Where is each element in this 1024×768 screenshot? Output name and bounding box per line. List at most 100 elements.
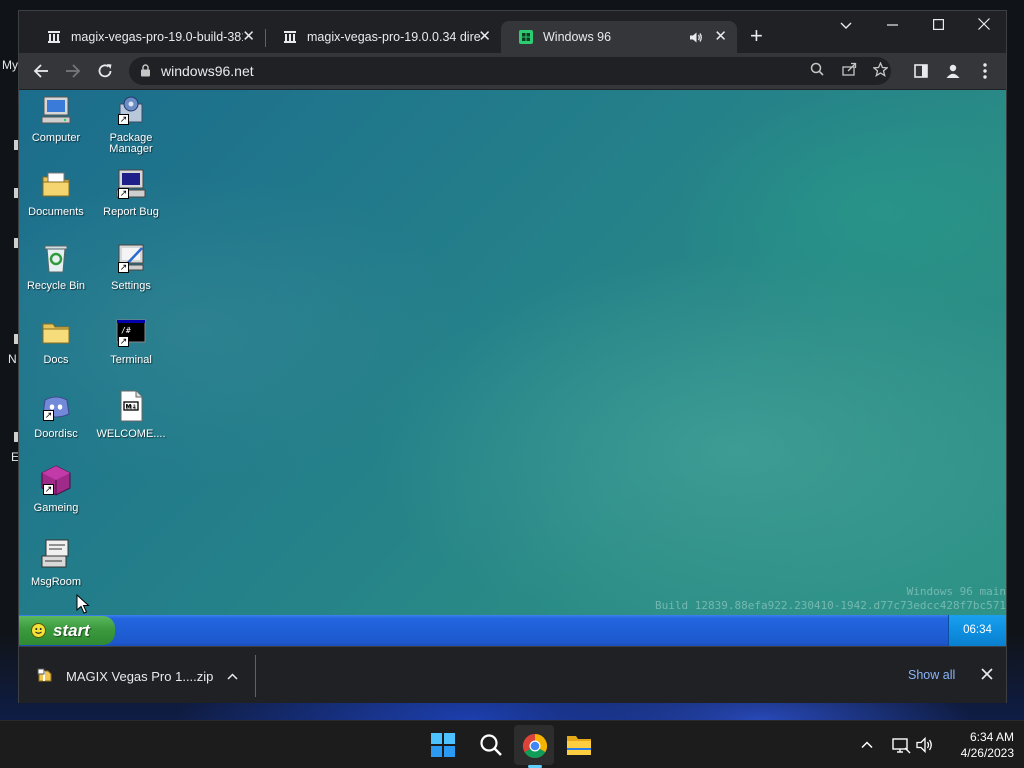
desktop-icon-terminal[interactable]: /# ↗ Terminal (95, 316, 167, 366)
start-button[interactable]: start (19, 616, 115, 645)
shortcut-arrow-icon: ↗ (118, 188, 129, 199)
forward-button[interactable] (61, 59, 85, 83)
shortcut-arrow-icon: ↗ (118, 114, 129, 125)
side-panel-icon (914, 64, 928, 78)
mouse-cursor-icon (76, 594, 90, 614)
start-label: start (53, 620, 90, 640)
desktop-icon-settings[interactable]: ↗ Settings (95, 242, 167, 292)
desktop-icon-label: Doordisc (34, 428, 78, 440)
desktop-icon-computer[interactable]: Computer (20, 94, 92, 144)
download-item[interactable]: MAGIX Vegas Pro 1....zip (37, 663, 255, 689)
lock-icon[interactable] (140, 64, 151, 77)
close-window-button[interactable] (969, 17, 999, 34)
svg-text:M↓: M↓ (126, 404, 137, 411)
desktop-icon-gameing[interactable]: ↗ Gameing (20, 464, 92, 514)
url-text: windows96.net (161, 63, 254, 79)
desktop-icon-label: Docs (43, 354, 69, 366)
build-info-version: Build 12839.88efa922.230410-1942.d77c73e… (655, 599, 1006, 612)
close-icon[interactable]: ✕ (242, 29, 255, 45)
maximize-button[interactable] (923, 17, 953, 34)
tab-title: magix-vegas-pro-19.0.0.34 direc (307, 30, 481, 44)
desktop-icon-label: Report Bug (103, 206, 159, 218)
file-explorer-icon[interactable] (566, 733, 592, 757)
win96-taskbar: start 06:34 (19, 615, 1006, 646)
documents-icon (42, 172, 70, 197)
address-bar[interactable]: windows96.net (129, 57, 891, 85)
download-filename: MAGIX Vegas Pro 1....zip (66, 668, 214, 684)
download-shelf: MAGIX Vegas Pro 1....zip Show all (19, 646, 1006, 703)
show-all-button[interactable]: Show all (908, 668, 955, 682)
tab-windows96[interactable]: Windows 96 ✕ (501, 21, 737, 53)
desktop-icon-package-manager[interactable]: ↗ Package Manager (95, 94, 167, 155)
desktop-icon-label: Gameing (33, 502, 79, 514)
share-icon[interactable] (840, 62, 858, 80)
tab-vegas-build[interactable]: magix-vegas-pro-19.0-build-381 ✕ (29, 21, 265, 53)
new-tab-button[interactable]: + (750, 25, 763, 47)
minimize-button[interactable] (877, 17, 907, 34)
msgroom-icon (41, 539, 69, 568)
chevron-up-icon[interactable] (860, 735, 874, 755)
windows96-icon (519, 30, 533, 44)
audio-playing-icon[interactable] (689, 31, 703, 44)
chevron-up-icon[interactable] (227, 673, 238, 680)
side-panel-button[interactable] (909, 59, 933, 83)
star-icon[interactable] (871, 61, 889, 80)
tab-title: magix-vegas-pro-19.0-build-381 (71, 30, 243, 44)
close-icon (978, 18, 990, 30)
host-desktop-label[interactable]: My (2, 58, 18, 72)
close-icon[interactable]: ✕ (714, 29, 727, 45)
desktop-icon-label: Package Manager (109, 132, 153, 155)
back-icon (33, 64, 48, 78)
host-desktop-label[interactable]: N (8, 352, 17, 366)
volume-icon[interactable] (915, 735, 935, 755)
forward-icon (66, 64, 81, 78)
reload-button[interactable] (93, 59, 117, 83)
desktop-icon-recycle-bin[interactable]: Recycle Bin (20, 242, 92, 292)
desktop-icon-label: Settings (111, 280, 151, 292)
tab-vegas-direct[interactable]: magix-vegas-pro-19.0.0.34 direc ✕ (265, 21, 501, 53)
chrome-icon[interactable] (522, 733, 548, 759)
maximize-icon (932, 19, 944, 31)
markdown-file-icon: M↓ (120, 390, 143, 422)
smiley-icon (31, 623, 46, 638)
win96-clock[interactable]: 06:34 (948, 615, 1006, 646)
desktop-icon-msgroom[interactable]: MsgRoom (20, 538, 92, 588)
shortcut-arrow-icon: ↗ (118, 336, 129, 347)
network-icon[interactable] (891, 735, 911, 755)
profile-button[interactable] (941, 59, 965, 83)
desktop-icon-label: Documents (28, 206, 84, 218)
shortcut-arrow-icon: ↗ (118, 262, 129, 273)
windows-taskbar: 6:34 AM 4/26/2023 (0, 720, 1024, 768)
desktop-icon-label: Recycle Bin (26, 280, 86, 292)
shelf-divider (255, 655, 256, 697)
menu-button[interactable] (973, 59, 997, 83)
close-icon (981, 668, 993, 680)
desktop-icon-welcome[interactable]: M↓ WELCOME.... (95, 390, 167, 440)
desktop-icon-label: Terminal (110, 354, 152, 366)
recycle-bin-icon (44, 245, 68, 273)
chevron-down-icon (840, 22, 852, 29)
reload-icon (98, 64, 112, 78)
close-shelf-button[interactable] (981, 664, 993, 685)
zip-file-icon (37, 668, 52, 682)
tab-search-button[interactable] (831, 17, 861, 34)
chrome-window: magix-vegas-pro-19.0-build-381 ✕ magix-v… (18, 10, 1007, 703)
close-icon[interactable]: ✕ (478, 29, 491, 45)
desktop-icon-label: Computer (31, 132, 81, 144)
windows-start-icon[interactable] (431, 733, 455, 757)
search-icon[interactable] (479, 733, 503, 757)
build-info-title: Windows 96 main (906, 585, 1006, 598)
back-button[interactable] (29, 59, 53, 83)
windows96-desktop[interactable]: Computer ↗ Package Manager Documents ↗ R… (19, 90, 1006, 646)
desktop-icon-doordisc[interactable]: ↗ Doordisc (20, 390, 92, 440)
profile-icon (946, 64, 960, 78)
archive-icon (284, 31, 296, 43)
desktop-icon-docs[interactable]: Docs (20, 316, 92, 366)
system-clock[interactable]: 6:34 AM 4/26/2023 (944, 729, 1014, 761)
shortcut-arrow-icon: ↗ (43, 484, 54, 495)
desktop-icon-documents[interactable]: Documents (20, 168, 92, 218)
desktop-icon-report-bug[interactable]: ↗ Report Bug (95, 168, 167, 218)
build-info: Windows 96 main Build 12839.88efa922.2304… (655, 585, 1006, 613)
folder-icon (42, 323, 70, 344)
zoom-icon[interactable] (808, 62, 826, 80)
